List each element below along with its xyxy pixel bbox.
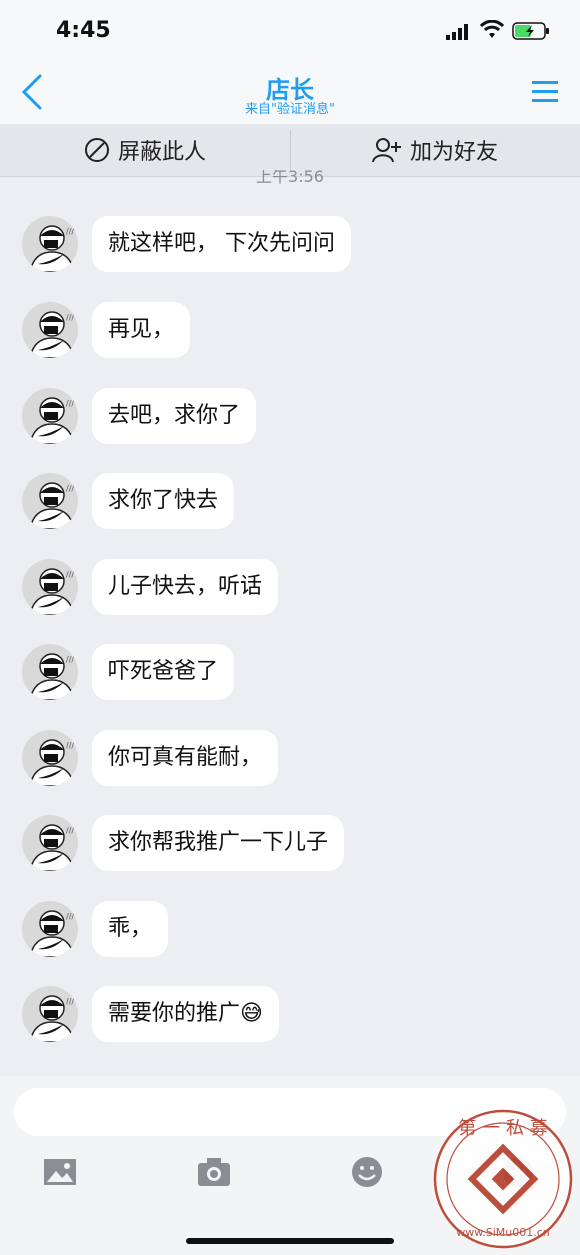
block-user-label: 屏蔽此人 [117,140,206,165]
avatar[interactable]: /// [22,473,78,529]
avatar[interactable]: /// [22,730,78,786]
avatar[interactable]: /// [22,815,78,871]
battery-icon [512,22,549,40]
svg-text:///: /// [66,313,74,322]
message-bubble[interactable]: 你可真有能耐， [92,730,279,786]
avatar[interactable]: /// [22,644,78,700]
image-icon[interactable] [42,1154,78,1190]
message-bubble[interactable]: 求你了快去 [92,473,235,529]
menu-icon[interactable] [530,78,560,106]
message-bubble[interactable]: 去吧，求你了 [92,388,257,444]
svg-text:第 一 私 募: 第 一 私 募 [458,1118,547,1139]
svg-text:///: /// [66,227,74,236]
block-icon [84,138,109,162]
chat-header: 店长 来自"验证消息" [0,60,580,124]
message-timestamp: 上午3:56 [256,170,324,184]
add-friend-icon [371,138,401,163]
status-time: 4:45 [56,18,111,43]
message-bubble[interactable]: 需要你的推广😅 [92,986,279,1042]
home-indicator [186,1238,394,1244]
svg-text:///: /// [66,399,74,408]
svg-text:www.SiMu001.cn: www.SiMu001.cn [456,1226,550,1239]
svg-text:///: /// [66,826,74,835]
cellular-signal-icon [446,24,468,40]
svg-text:///: /// [66,484,74,493]
emoji-icon[interactable] [349,1154,385,1190]
message-bubble[interactable]: 就这样吧， 下次先问问 [92,216,351,272]
svg-text:///: /// [66,741,74,750]
message-bubble[interactable]: 求你帮我推广一下儿子 [92,815,345,871]
message-bubble[interactable]: 儿子快去，听话 [92,559,279,615]
avatar[interactable]: /// [22,216,78,272]
add-friend-label: 加为好友 [409,140,498,165]
wifi-icon [480,20,504,38]
watermark-stamp: 第 一 私 募 www.SiMu001.cn [433,1109,573,1249]
svg-text:///: /// [66,570,74,579]
message-bubble[interactable]: 乖， [92,901,169,957]
avatar[interactable]: /// [22,986,78,1042]
message-bubble[interactable]: 吓死爸爸了 [92,644,235,700]
block-user-button[interactable]: 屏蔽此人 [0,124,290,176]
avatar[interactable]: /// [22,302,78,358]
avatar[interactable]: /// [22,901,78,957]
svg-text:///: /// [66,655,74,664]
camera-icon[interactable] [196,1154,232,1190]
svg-text:///: /// [66,997,74,1006]
status-bar: 4:45 [0,0,580,60]
chat-subtitle: 来自"验证消息" [245,102,335,117]
message-bubble[interactable]: 再见， [92,302,191,358]
svg-text:///: /// [66,912,74,921]
avatar[interactable]: /// [22,559,78,615]
add-friend-button[interactable]: 加为好友 [290,124,580,176]
avatar[interactable]: /// [22,388,78,444]
